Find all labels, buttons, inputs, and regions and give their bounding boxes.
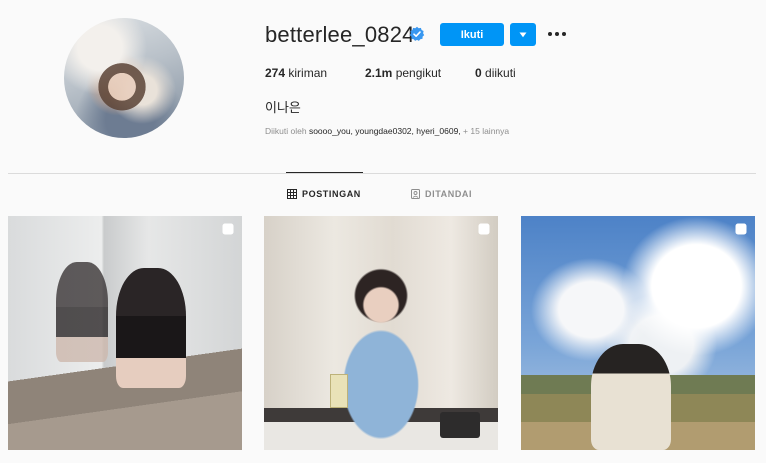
following-label: diikuti — [485, 66, 516, 80]
followed-by-more: + 15 lainnya — [463, 126, 510, 136]
multiple-photos-icon — [735, 223, 747, 235]
caret-down-icon — [519, 32, 527, 37]
post-thumbnail[interactable] — [264, 216, 498, 450]
followers-label: pengikut — [395, 66, 442, 80]
posts-count: 274 — [265, 66, 286, 80]
posts-label: kiriman — [288, 66, 328, 80]
tab-posts-label: POSTINGAN — [302, 189, 361, 199]
posts-stat: 274 kiriman — [265, 66, 365, 80]
profile-username: betterlee_0824 — [265, 22, 415, 47]
tab-tagged-label: DITANDAI — [425, 189, 473, 199]
profile-display-name: 이나은 — [265, 100, 301, 115]
profile-stats: 274 kiriman 2.1m pengikut 0 diikuti — [265, 66, 516, 80]
tab-posts[interactable]: POSTINGAN — [287, 189, 361, 199]
followers-stat[interactable]: 2.1m pengikut — [365, 66, 475, 80]
tab-tagged[interactable]: DITANDAI — [411, 189, 472, 199]
followed-by-line[interactable]: Diikuti oleh soooo_you, youngdae0302, hy… — [265, 126, 509, 136]
followers-count: 2.1m — [365, 66, 393, 80]
suggested-accounts-button[interactable] — [510, 23, 536, 46]
followed-by-names: soooo_you, youngdae0302, hyeri_0609, — [308, 126, 461, 136]
tag-icon — [411, 189, 420, 199]
following-count: 0 — [475, 66, 482, 80]
followed-by-prefix: Diikuti oleh — [265, 126, 307, 136]
more-options-icon[interactable] — [545, 26, 569, 42]
post-photo-camera — [440, 412, 480, 438]
post-photo-bottle — [330, 374, 348, 408]
follow-button[interactable]: Ikuti — [440, 23, 504, 46]
post-thumbnail[interactable] — [8, 216, 242, 450]
post-photo-subject — [591, 344, 671, 450]
post-photo-subject — [116, 268, 186, 388]
multiple-photos-icon — [478, 223, 490, 235]
post-thumbnail[interactable] — [521, 216, 755, 450]
following-stat[interactable]: 0 diikuti — [475, 66, 516, 80]
verified-badge-icon — [409, 26, 425, 41]
profile-avatar[interactable] — [64, 18, 184, 138]
active-tab-indicator — [286, 172, 363, 173]
post-photo-reflection — [56, 262, 108, 362]
grid-icon — [287, 189, 297, 199]
tabs-divider — [8, 173, 756, 174]
multiple-photos-icon — [222, 223, 234, 235]
